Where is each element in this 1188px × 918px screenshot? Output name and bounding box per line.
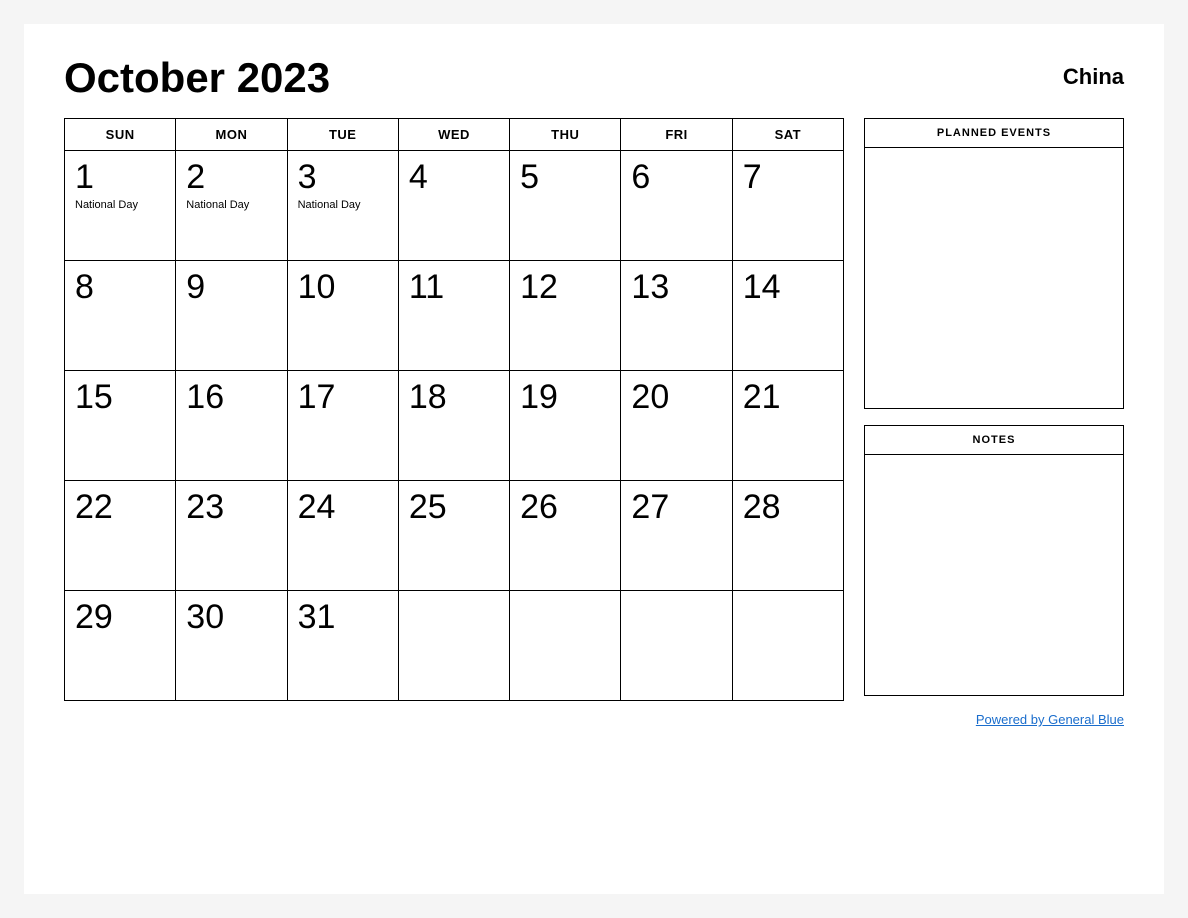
- day-number: 4: [409, 159, 499, 196]
- day-number: 29: [75, 599, 165, 636]
- day-cell: 18: [398, 371, 509, 481]
- day-number: 22: [75, 489, 165, 526]
- day-number: 8: [75, 269, 165, 306]
- day-event: National Day: [75, 198, 165, 212]
- day-cell: 5: [510, 151, 621, 261]
- day-number: 18: [409, 379, 499, 416]
- day-cell: 30: [176, 591, 287, 701]
- page: October 2023 China SUNMONTUEWEDTHUFRISAT…: [24, 24, 1164, 894]
- week-row-4: 22 23 24 25 26 27 28: [65, 481, 844, 591]
- day-event: National Day: [298, 198, 388, 212]
- day-cell: 4: [398, 151, 509, 261]
- week-row-3: 15 16 17 18 19 20 21: [65, 371, 844, 481]
- planned-events-box: PLANNED EVENTS: [864, 118, 1124, 409]
- day-cell: 23: [176, 481, 287, 591]
- day-cell: 12: [510, 261, 621, 371]
- day-number: 7: [743, 159, 833, 196]
- day-cell: 15: [65, 371, 176, 481]
- calendar-section: SUNMONTUEWEDTHUFRISAT 1 National Day 2 Nati…: [64, 118, 844, 701]
- week-row-5: 29 30 31: [65, 591, 844, 701]
- week-row-2: 89 10 11 12 13 14: [65, 261, 844, 371]
- week-row-1: 1 National Day 2 National Day 3 National Day 4…: [65, 151, 844, 261]
- calendar-table: SUNMONTUEWEDTHUFRISAT 1 National Day 2 Nati…: [64, 118, 844, 701]
- country-label: China: [1063, 54, 1124, 90]
- day-number: 28: [743, 489, 833, 526]
- day-cell: 16: [176, 371, 287, 481]
- day-number: 19: [520, 379, 610, 416]
- day-cell: 17: [287, 371, 398, 481]
- day-cell: [510, 591, 621, 701]
- planned-events-body: [865, 148, 1123, 408]
- day-number: 2: [186, 159, 276, 196]
- day-cell: 25: [398, 481, 509, 591]
- day-number: 17: [298, 379, 388, 416]
- day-cell: 24: [287, 481, 398, 591]
- header: October 2023 China: [64, 54, 1124, 102]
- day-cell: 28: [732, 481, 843, 591]
- day-number: 25: [409, 489, 499, 526]
- day-header-mon: MON: [176, 119, 287, 151]
- page-title: October 2023: [64, 54, 330, 102]
- day-header-tue: TUE: [287, 119, 398, 151]
- day-cell: 27: [621, 481, 732, 591]
- powered-by-link[interactable]: Powered by General Blue: [976, 712, 1124, 727]
- day-cell: 9: [176, 261, 287, 371]
- day-cell: 6: [621, 151, 732, 261]
- day-cell: 22: [65, 481, 176, 591]
- day-number: 12: [520, 269, 610, 306]
- day-cell: 7: [732, 151, 843, 261]
- day-cell: 10: [287, 261, 398, 371]
- day-header-sun: SUN: [65, 119, 176, 151]
- day-cell: 20: [621, 371, 732, 481]
- notes-header: NOTES: [865, 426, 1123, 455]
- day-cell: 19: [510, 371, 621, 481]
- days-header-row: SUNMONTUEWEDTHUFRISAT: [65, 119, 844, 151]
- day-number: 1: [75, 159, 165, 196]
- day-cell: 3 National Day: [287, 151, 398, 261]
- day-number: 9: [186, 269, 276, 306]
- notes-box: NOTES: [864, 425, 1124, 696]
- day-header-fri: FRI: [621, 119, 732, 151]
- sidebar: PLANNED EVENTS NOTES: [864, 118, 1124, 701]
- day-cell: [621, 591, 732, 701]
- day-cell: 26: [510, 481, 621, 591]
- notes-body: [865, 455, 1123, 695]
- day-number: 10: [298, 269, 388, 306]
- day-cell: [398, 591, 509, 701]
- day-number: 23: [186, 489, 276, 526]
- day-number: 5: [520, 159, 610, 196]
- day-number: 26: [520, 489, 610, 526]
- day-cell: 1 National Day: [65, 151, 176, 261]
- day-number: 30: [186, 599, 276, 636]
- day-cell: 14: [732, 261, 843, 371]
- day-cell: 2 National Day: [176, 151, 287, 261]
- day-number: 21: [743, 379, 833, 416]
- footer: Powered by General Blue: [64, 711, 1124, 729]
- main-layout: SUNMONTUEWEDTHUFRISAT 1 National Day 2 Nati…: [64, 118, 1124, 701]
- day-number: 24: [298, 489, 388, 526]
- day-number: 27: [631, 489, 721, 526]
- day-number: 14: [743, 269, 833, 306]
- day-number: 20: [631, 379, 721, 416]
- day-number: 13: [631, 269, 721, 306]
- day-number: 31: [298, 599, 388, 636]
- day-cell: 31: [287, 591, 398, 701]
- day-cell: 11: [398, 261, 509, 371]
- day-cell: 21: [732, 371, 843, 481]
- day-number: 3: [298, 159, 388, 196]
- day-number: 6: [631, 159, 721, 196]
- day-cell: 8: [65, 261, 176, 371]
- day-cell: [732, 591, 843, 701]
- day-number: 15: [75, 379, 165, 416]
- day-cell: 29: [65, 591, 176, 701]
- day-header-sat: SAT: [732, 119, 843, 151]
- day-event: National Day: [186, 198, 276, 212]
- day-cell: 13: [621, 261, 732, 371]
- planned-events-header: PLANNED EVENTS: [865, 119, 1123, 148]
- day-number: 11: [409, 269, 499, 306]
- day-number: 16: [186, 379, 276, 416]
- day-header-wed: WED: [398, 119, 509, 151]
- day-header-thu: THU: [510, 119, 621, 151]
